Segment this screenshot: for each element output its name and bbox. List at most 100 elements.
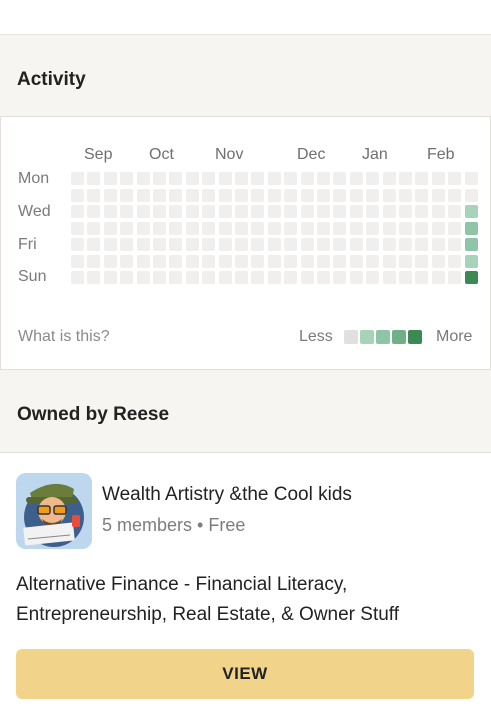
- activity-cell: [399, 172, 412, 185]
- activity-cell: [104, 205, 117, 218]
- activity-cell: [448, 255, 461, 268]
- activity-cell: [350, 271, 363, 284]
- activity-cell: [465, 172, 478, 185]
- activity-cell: [186, 255, 199, 268]
- activity-cell: [366, 255, 379, 268]
- activity-cell: [87, 189, 100, 202]
- activity-cell: [202, 205, 215, 218]
- activity-cell: [465, 189, 478, 202]
- activity-cell: [284, 222, 297, 235]
- activity-cell: [415, 205, 428, 218]
- activity-cell: [301, 172, 314, 185]
- month-label: Nov: [215, 146, 244, 163]
- activity-cell: [432, 172, 445, 185]
- activity-cell: [399, 255, 412, 268]
- legend-more-label: More: [436, 328, 473, 345]
- activity-cell: [399, 271, 412, 284]
- activity-cell: [251, 189, 264, 202]
- activity-cell: [120, 189, 133, 202]
- activity-cell: [415, 172, 428, 185]
- activity-cell: [301, 271, 314, 284]
- activity-cell: [235, 205, 248, 218]
- month-label: Feb: [427, 146, 455, 163]
- activity-cell: [284, 205, 297, 218]
- activity-cell: [137, 172, 150, 185]
- activity-cell: [186, 238, 199, 251]
- activity-cell: [235, 271, 248, 284]
- activity-cell: [153, 271, 166, 284]
- activity-cell: [71, 238, 84, 251]
- activity-cell: [284, 189, 297, 202]
- activity-cell: [415, 255, 428, 268]
- activity-cell: [104, 238, 117, 251]
- activity-cell: [104, 189, 117, 202]
- legend-box: [408, 330, 422, 344]
- day-label: Mon: [18, 170, 50, 187]
- activity-cell: [317, 189, 330, 202]
- activity-cell: [235, 222, 248, 235]
- activity-cell: [71, 172, 84, 185]
- activity-cell: [317, 238, 330, 251]
- activity-cell: [383, 205, 396, 218]
- activity-cell: [202, 238, 215, 251]
- activity-cell: [120, 255, 133, 268]
- activity-cell: [120, 238, 133, 251]
- activity-cell: [399, 189, 412, 202]
- activity-cell: [432, 205, 445, 218]
- activity-cell: [202, 222, 215, 235]
- activity-cell: [448, 172, 461, 185]
- activity-cell: [251, 222, 264, 235]
- activity-title: Activity: [17, 69, 86, 90]
- activity-cell: [153, 172, 166, 185]
- activity-cell: [169, 172, 182, 185]
- activity-cell: [317, 172, 330, 185]
- legend-box: [376, 330, 390, 344]
- group-avatar[interactable]: [16, 473, 92, 549]
- activity-cell: [268, 222, 281, 235]
- activity-cell: [399, 205, 412, 218]
- activity-cell: [350, 222, 363, 235]
- activity-cell: [350, 172, 363, 185]
- activity-cell: [137, 205, 150, 218]
- group-name[interactable]: Wealth Artistry &the Cool kids: [102, 484, 352, 506]
- activity-cell: [350, 205, 363, 218]
- activity-cell: [284, 271, 297, 284]
- activity-cell: [251, 255, 264, 268]
- activity-cell: [120, 222, 133, 235]
- activity-cell: [317, 222, 330, 235]
- activity-cell: [350, 255, 363, 268]
- activity-cell: [104, 172, 117, 185]
- activity-cell: [268, 255, 281, 268]
- activity-cell: [366, 271, 379, 284]
- day-label: Wed: [18, 203, 51, 220]
- activity-cell: [415, 189, 428, 202]
- group-card[interactable]: Wealth Artistry &the Cool kids 5 members…: [0, 452, 491, 721]
- view-button[interactable]: VIEW: [16, 649, 474, 699]
- activity-cell: [235, 238, 248, 251]
- activity-cell: [169, 189, 182, 202]
- what-is-this-link[interactable]: What is this?: [18, 328, 110, 346]
- activity-cell: [153, 238, 166, 251]
- activity-cell: [71, 189, 84, 202]
- legend-box: [392, 330, 406, 344]
- activity-cell: [202, 255, 215, 268]
- activity-cell: [186, 205, 199, 218]
- activity-cell: [104, 222, 117, 235]
- activity-cell: [465, 271, 478, 284]
- activity-cell: [465, 222, 478, 235]
- activity-cell: [383, 255, 396, 268]
- activity-cell: [399, 222, 412, 235]
- activity-cell: [432, 238, 445, 251]
- activity-cell: [399, 238, 412, 251]
- activity-cell: [120, 172, 133, 185]
- activity-cell: [333, 271, 346, 284]
- activity-cell: [169, 255, 182, 268]
- activity-cell: [251, 205, 264, 218]
- activity-cell: [202, 271, 215, 284]
- activity-cell: [317, 255, 330, 268]
- activity-cell: [137, 189, 150, 202]
- activity-cell: [301, 189, 314, 202]
- activity-cell: [448, 205, 461, 218]
- activity-cell: [317, 205, 330, 218]
- activity-cell: [333, 189, 346, 202]
